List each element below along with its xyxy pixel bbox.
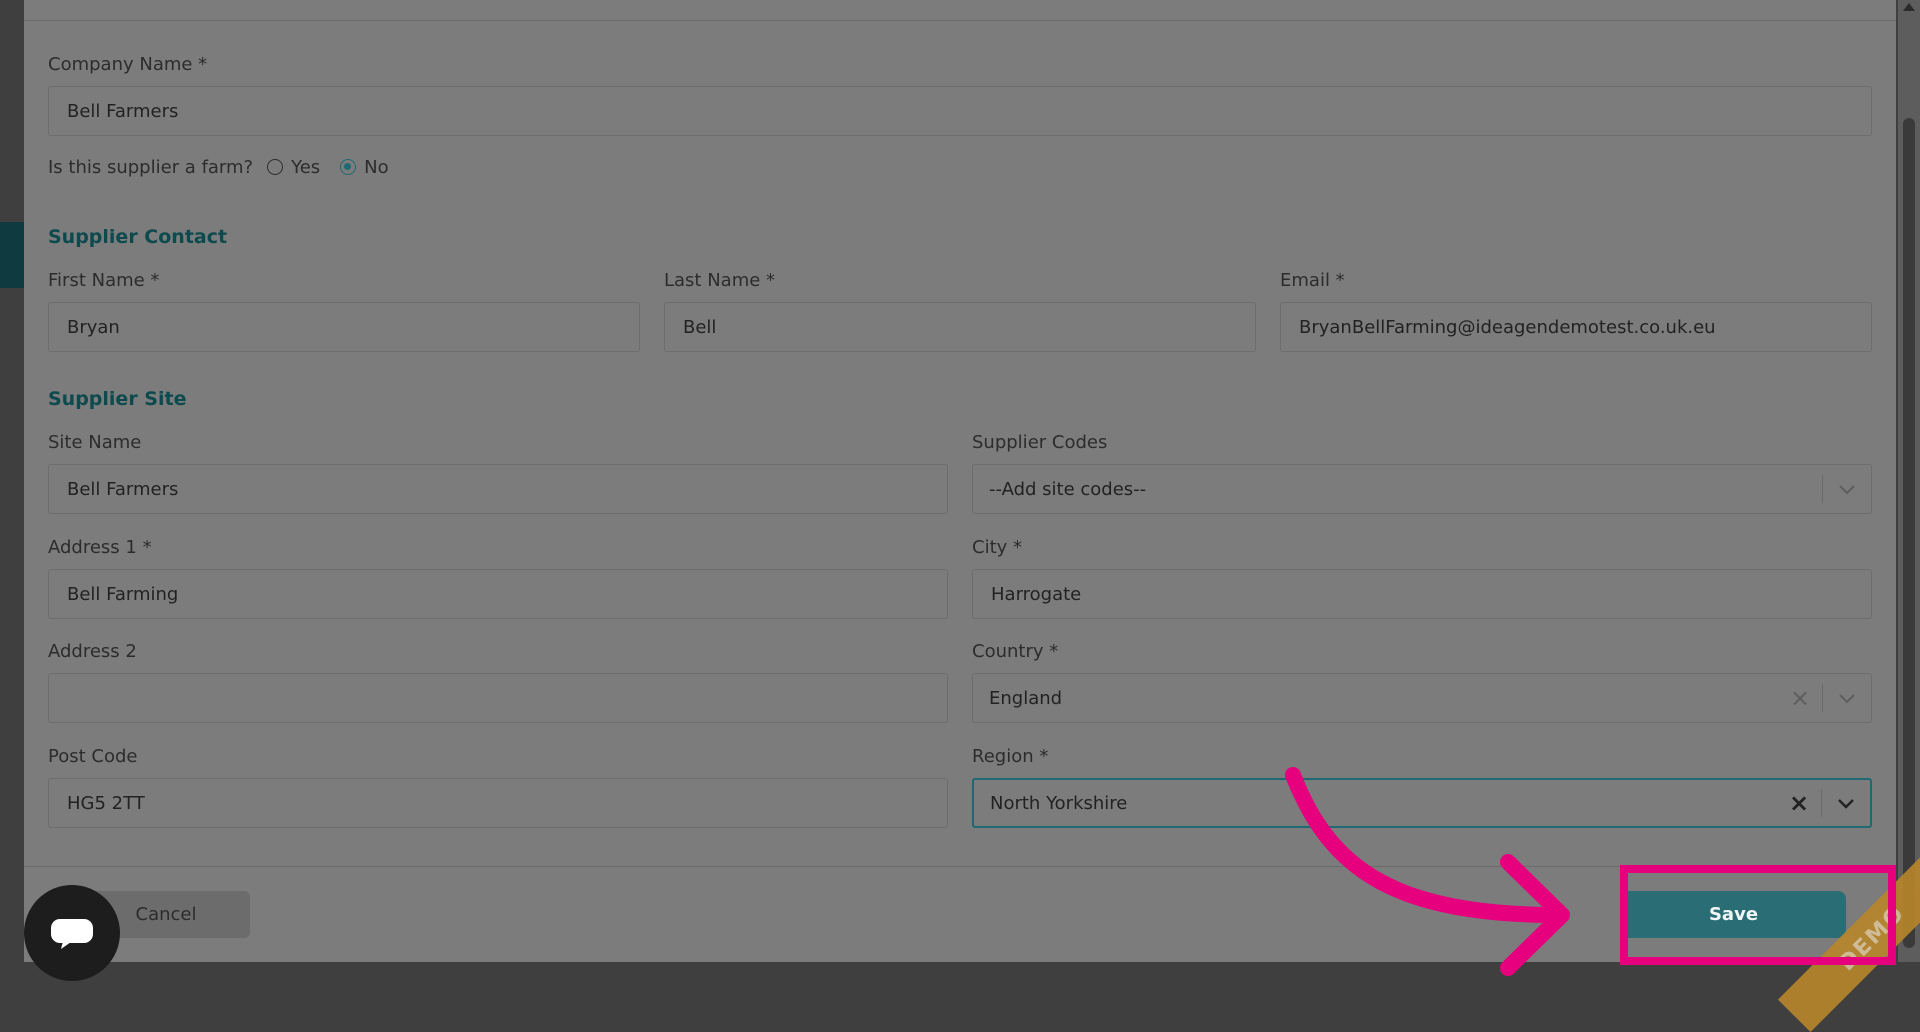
country-value: England [989, 687, 1063, 709]
farm-yes-radio[interactable]: Yes [267, 157, 320, 178]
scrollbar-thumb[interactable] [1903, 118, 1915, 948]
last-name-input[interactable] [683, 316, 1255, 338]
address1-field[interactable] [48, 569, 948, 619]
clear-icon[interactable]: × [1777, 789, 1821, 817]
farm-yes-label: Yes [291, 156, 321, 178]
supplier-site-heading: Supplier Site [48, 388, 187, 410]
scroll-up-arrow-icon[interactable] [1903, 3, 1915, 11]
address1-input[interactable] [67, 583, 947, 605]
city-label: City * [972, 537, 1023, 558]
email-input[interactable] [1299, 316, 1871, 338]
post-code-label: Post Code [48, 746, 138, 767]
region-value: North Yorkshire [990, 792, 1128, 814]
first-name-field[interactable] [48, 302, 640, 352]
company-name-label: Company Name * [48, 54, 208, 75]
radio-unchecked-icon [267, 159, 284, 175]
supplier-codes-label: Supplier Codes [972, 432, 1108, 453]
address2-label: Address 2 [48, 641, 137, 662]
farm-radio-group: Is this supplier a farm? Yes No [48, 152, 389, 182]
city-input[interactable] [991, 583, 1871, 605]
email-field[interactable] [1280, 302, 1872, 352]
post-code-field[interactable] [48, 778, 948, 828]
company-name-field[interactable] [48, 86, 1872, 136]
site-name-input[interactable] [67, 478, 947, 500]
first-name-label: First Name * [48, 270, 160, 291]
radio-checked-icon [340, 159, 357, 175]
city-field[interactable] [972, 569, 1872, 619]
farm-question-label: Is this supplier a farm? [48, 156, 254, 178]
last-name-field[interactable] [664, 302, 1256, 352]
country-select[interactable]: England × [972, 673, 1872, 723]
add-supplier-modal: Company Name * Is this supplier a farm? … [24, 0, 1896, 962]
post-code-input[interactable] [67, 792, 947, 814]
modal-footer-divider [24, 866, 1896, 867]
save-button[interactable]: Save [1621, 891, 1846, 938]
email-label: Email * [1280, 270, 1345, 291]
region-label: Region * [972, 746, 1049, 767]
chevron-down-icon[interactable] [1823, 692, 1871, 704]
clear-icon[interactable]: × [1778, 684, 1822, 712]
supplier-codes-placeholder: --Add site codes-- [989, 478, 1147, 500]
modal-scrollbar[interactable] [1898, 0, 1920, 962]
supplier-contact-heading: Supplier Contact [48, 226, 228, 248]
address2-field[interactable] [48, 673, 948, 723]
site-name-field[interactable] [48, 464, 948, 514]
first-name-input[interactable] [67, 316, 639, 338]
farm-no-radio[interactable]: No [340, 156, 389, 178]
region-select[interactable]: North Yorkshire × [972, 778, 1872, 828]
modal-header-divider [24, 20, 1896, 21]
address2-input[interactable] [67, 687, 947, 709]
page-backdrop-bottom [0, 962, 1920, 1005]
farm-no-label: No [364, 156, 389, 178]
chevron-down-icon[interactable] [1822, 797, 1870, 809]
address1-label: Address 1 * [48, 537, 152, 558]
chat-bubble-icon [51, 919, 93, 949]
supplier-codes-select[interactable]: --Add site codes-- [972, 464, 1872, 514]
background-sidebar-accent [0, 222, 24, 288]
chevron-down-icon[interactable] [1823, 483, 1871, 495]
last-name-label: Last Name * [664, 270, 776, 291]
chat-launcher-button[interactable] [24, 885, 120, 981]
country-label: Country * [972, 641, 1059, 662]
site-name-label: Site Name [48, 432, 142, 453]
company-name-input[interactable] [67, 100, 1871, 122]
